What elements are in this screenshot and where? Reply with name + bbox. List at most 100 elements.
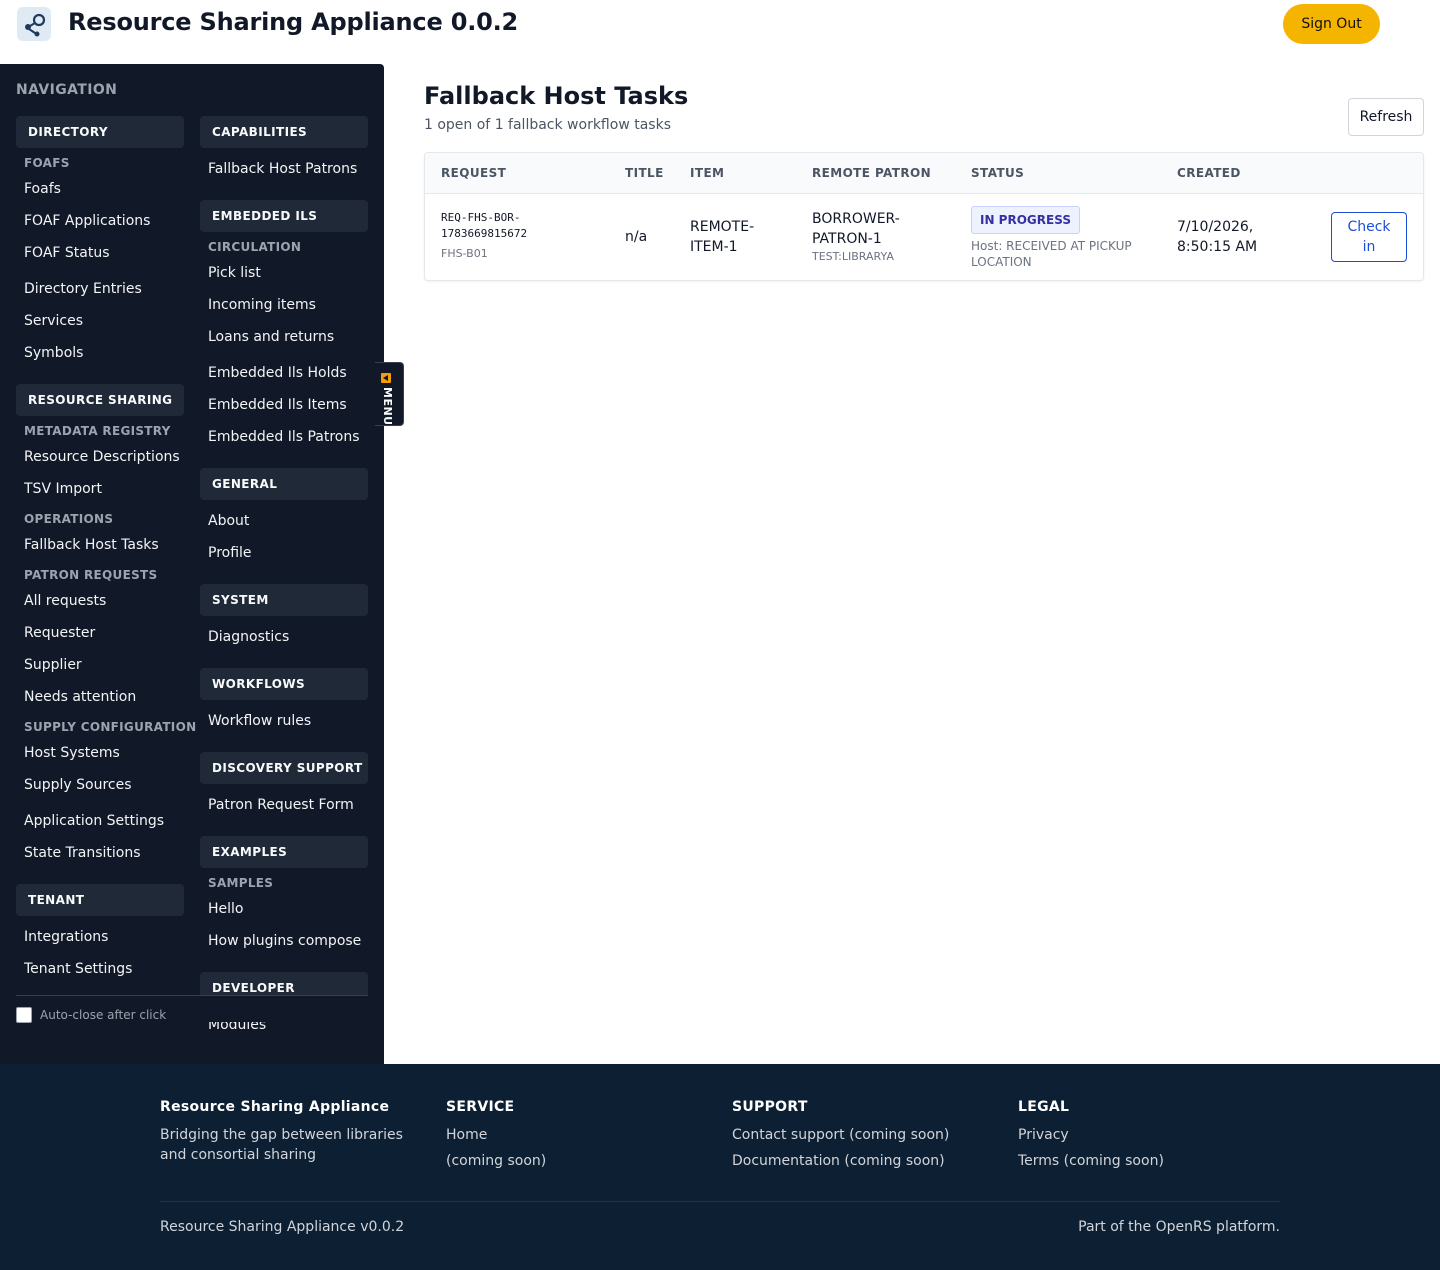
sidebar-item-state-transitions[interactable]: State Transitions	[24, 845, 141, 861]
sidebar-item-supplier[interactable]: Supplier	[24, 657, 82, 673]
sidebar-item-about[interactable]: About	[208, 513, 249, 529]
sidebar-item-workflow-rules[interactable]: Workflow rules	[208, 713, 311, 729]
item-id: REMOTE-	[690, 219, 755, 235]
footer-link-coming-soon[interactable]: (coming soon)	[446, 1153, 716, 1169]
request-cell: REQ-FHS-BOR- 1783669815672 FHS-B01	[441, 210, 527, 262]
sidebar-item-incoming-items[interactable]: Incoming items	[208, 297, 316, 313]
footer-support-heading: SUPPORT	[732, 1099, 808, 1115]
sidebar-item-loans-and-returns[interactable]: Loans and returns	[208, 329, 334, 345]
subsection-patron-requests: PATRON REQUESTS	[24, 568, 158, 582]
footer-divider	[160, 1201, 1280, 1202]
footer-support-column: SUPPORT Contact support (coming soon) Do…	[732, 1099, 1002, 1169]
column-header-created: CREATED	[1177, 166, 1241, 180]
section-resource-sharing[interactable]: RESOURCE SHARING	[16, 384, 184, 416]
section-workflows[interactable]: WORKFLOWS	[200, 668, 368, 700]
section-tenant[interactable]: TENANT	[16, 884, 184, 916]
page-title: Fallback Host Tasks	[424, 82, 689, 110]
column-header-status: STATUS	[971, 166, 1025, 180]
sidebar-item-requester[interactable]: Requester	[24, 625, 95, 641]
sidebar-item-pick-list[interactable]: Pick list	[208, 265, 261, 281]
section-general[interactable]: GENERAL	[200, 468, 368, 500]
sidebar-item-supply-sources[interactable]: Supply Sources	[24, 777, 132, 793]
nav-column-right: CAPABILITIES Fallback Host Patrons EMBED…	[200, 64, 368, 1064]
column-header-title: TITLE	[625, 166, 664, 180]
sidebar-item-tenant-settings[interactable]: Tenant Settings	[24, 961, 132, 977]
column-header-item: ITEM	[690, 166, 725, 180]
check-in-label-continued: in	[1362, 239, 1376, 255]
sidebar-item-foaf-applications[interactable]: FOAF Applications	[24, 213, 150, 229]
section-directory[interactable]: DIRECTORY	[16, 116, 184, 148]
section-embedded-ils[interactable]: EMBEDDED ILS	[200, 200, 368, 232]
host-status: Host: RECEIVED AT PICKUP	[971, 239, 1132, 253]
column-header-remote-patron: REMOTE PATRON	[812, 166, 932, 180]
auto-close-label: Auto-close after click	[40, 1008, 167, 1022]
footer-link-contact-support[interactable]: Contact support (coming soon)	[732, 1127, 1002, 1143]
item-cell: REMOTE- ITEM-1	[690, 217, 754, 257]
footer-platform: Part of the OpenRS platform.	[1078, 1219, 1280, 1235]
sidebar-item-symbols[interactable]: Symbols	[24, 345, 83, 361]
footer-link-home[interactable]: Home	[446, 1127, 716, 1143]
sidebar-item-fallback-host-tasks[interactable]: Fallback Host Tasks	[24, 537, 159, 553]
sidebar-item-resource-descriptions[interactable]: Resource Descriptions	[24, 449, 180, 465]
menu-toggle-label: MENU	[381, 387, 394, 426]
remote-patron-cell: BORROWER- PATRON-1 TEST:LIBRARYA	[812, 209, 900, 265]
sidebar-item-directory-entries[interactable]: Directory Entries	[24, 281, 142, 297]
page-subtitle: 1 open of 1 fallback workflow tasks	[424, 117, 671, 133]
patron-agency: TEST:LIBRARYA	[812, 250, 894, 263]
sidebar-item-fallback-host-patrons[interactable]: Fallback Host Patrons	[208, 161, 357, 177]
sidebar-item-services[interactable]: Services	[24, 313, 83, 329]
status-badge: IN PROGRESS	[971, 206, 1080, 234]
sidebar-item-integrations[interactable]: Integrations	[24, 929, 108, 945]
sidebar-item-host-systems[interactable]: Host Systems	[24, 745, 120, 761]
subsection-metadata-registry: METADATA REGISTRY	[24, 424, 171, 438]
request-code: FHS-B01	[441, 247, 488, 260]
created-cell: 7/10/2026, 8:50:15 AM	[1177, 217, 1257, 257]
app-header: Resource Sharing Appliance 0.0.2 Sign Ou…	[0, 0, 1440, 50]
auto-close-toggle[interactable]: Auto-close after click	[16, 1007, 166, 1023]
footer-link-terms[interactable]: Terms (coming soon)	[1018, 1153, 1288, 1169]
status-cell: IN PROGRESS Host: RECEIVED AT PICKUP LOC…	[971, 206, 1132, 270]
footer-service-heading: SERVICE	[446, 1099, 515, 1115]
check-in-button[interactable]: Check in	[1331, 212, 1407, 262]
sidebar-item-foafs[interactable]: Foafs	[24, 181, 61, 197]
section-examples[interactable]: EXAMPLES	[200, 836, 368, 868]
footer-link-privacy[interactable]: Privacy	[1018, 1127, 1288, 1143]
sidebar-item-profile[interactable]: Profile	[208, 545, 252, 561]
sidebar-item-diagnostics[interactable]: Diagnostics	[208, 629, 289, 645]
sidebar-navigation: NAVIGATION DIRECTORY FOAFS Foafs FOAF Ap…	[0, 64, 384, 1064]
sidebar-item-embedded-ils-holds[interactable]: Embedded Ils Holds	[208, 365, 347, 381]
host-status-continued: LOCATION	[971, 255, 1032, 269]
section-discovery-support[interactable]: DISCOVERY SUPPORT	[200, 752, 368, 784]
auto-close-checkbox[interactable]	[16, 1007, 32, 1023]
menu-toggle-button[interactable]: MENU	[375, 362, 404, 426]
footer-link-documentation[interactable]: Documentation (coming soon)	[732, 1153, 1002, 1169]
sidebar-item-hello[interactable]: Hello	[208, 901, 244, 917]
request-id-continued[interactable]: 1783669815672	[441, 226, 527, 242]
sidebar-item-application-settings[interactable]: Application Settings	[24, 813, 164, 829]
table-header: REQUEST TITLE ITEM REMOTE PATRON STATUS …	[425, 153, 1423, 194]
subsection-supply-configuration: SUPPLY CONFIGURATION	[24, 720, 197, 734]
footer-legal-heading: LEGAL	[1018, 1099, 1070, 1115]
sidebar-item-all-requests[interactable]: All requests	[24, 593, 106, 609]
share-nodes-icon[interactable]	[17, 7, 51, 41]
sign-out-button[interactable]: Sign Out	[1283, 4, 1380, 44]
sidebar-item-foaf-status[interactable]: FOAF Status	[24, 245, 110, 261]
footer-brand: Resource Sharing Appliance	[160, 1099, 390, 1115]
request-id[interactable]: REQ-FHS-BOR-	[441, 210, 527, 226]
scroll-fade	[200, 996, 368, 1022]
subsection-foafs: FOAFS	[24, 156, 70, 170]
section-system[interactable]: SYSTEM	[200, 584, 368, 616]
sidebar-item-embedded-ils-patrons[interactable]: Embedded Ils Patrons	[208, 429, 360, 445]
sidebar-item-patron-request-form[interactable]: Patron Request Form	[208, 797, 354, 813]
refresh-button[interactable]: Refresh	[1348, 98, 1424, 136]
sidebar-item-how-plugins-compose[interactable]: How plugins compose	[208, 933, 361, 949]
sidebar-item-tsv-import[interactable]: TSV Import	[24, 481, 102, 497]
footer-service-column: SERVICE Home (coming soon)	[446, 1099, 716, 1169]
column-header-request: REQUEST	[441, 166, 507, 180]
subsection-operations: OPERATIONS	[24, 512, 114, 526]
section-capabilities[interactable]: CAPABILITIES	[200, 116, 368, 148]
footer-version: Resource Sharing Appliance v0.0.2	[160, 1219, 405, 1235]
sidebar-item-embedded-ils-items[interactable]: Embedded Ils Items	[208, 397, 347, 413]
footer-tagline: Bridging the gap between libraries and c…	[160, 1127, 403, 1163]
sidebar-item-needs-attention[interactable]: Needs attention	[24, 689, 136, 705]
